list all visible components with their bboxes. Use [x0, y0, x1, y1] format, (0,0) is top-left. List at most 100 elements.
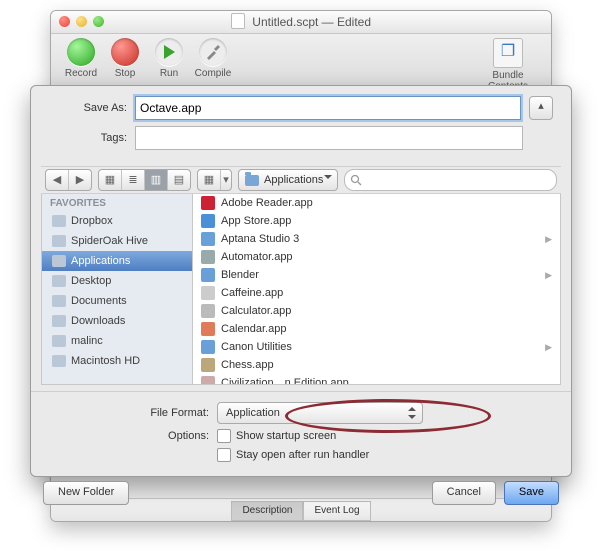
- record-button[interactable]: Record: [59, 38, 103, 79]
- file-label: Calculator.app: [221, 302, 291, 320]
- chevron-down-icon: ▾: [221, 170, 231, 190]
- bundle-icon: ❐: [493, 38, 523, 68]
- play-icon: [155, 38, 183, 66]
- file-row[interactable]: Aptana Studio 3 ▶: [193, 230, 560, 248]
- sidebar-item-dropbox[interactable]: Dropbox: [42, 211, 192, 231]
- save-button[interactable]: Save: [504, 481, 559, 505]
- folder-icon: [52, 275, 66, 287]
- sidebar-item-label: malinc: [71, 331, 103, 351]
- window-title: Untitled.scpt: [252, 15, 318, 29]
- location-label: Applications: [264, 174, 323, 186]
- file-label: Calendar.app: [221, 320, 286, 338]
- file-row[interactable]: Adobe Reader.app: [193, 194, 560, 212]
- file-label: Aptana Studio 3: [221, 230, 299, 248]
- compile-button[interactable]: Compile: [191, 38, 235, 79]
- file-label: Chess.app: [221, 356, 274, 374]
- folder-icon: [52, 255, 66, 267]
- coverflow-view-icon[interactable]: ▤: [168, 170, 190, 190]
- sidebar-item-spideroak-hive[interactable]: SpiderOak Hive: [42, 231, 192, 251]
- chevron-right-icon: ▶: [545, 338, 552, 356]
- button-row: New Folder Cancel Save: [31, 473, 571, 505]
- save-as-label: Save As:: [49, 102, 135, 114]
- file-row[interactable]: Civilization…n Edition.app: [193, 374, 560, 384]
- list-view-icon[interactable]: ≣: [122, 170, 145, 190]
- sidebar-item-documents[interactable]: Documents: [42, 291, 192, 311]
- icon-view-icon[interactable]: ▦: [99, 170, 122, 190]
- file-row[interactable]: Automator.app: [193, 248, 560, 266]
- forward-icon[interactable]: ▶: [69, 170, 91, 190]
- show-startup-label: Show startup screen: [236, 430, 336, 442]
- file-column: Adobe Reader.appApp Store.appAptana Stud…: [193, 194, 560, 384]
- file-label: App Store.app: [221, 212, 291, 230]
- run-button[interactable]: Run: [147, 38, 191, 79]
- app-icon: [201, 196, 215, 210]
- show-startup-checkbox[interactable]: [217, 429, 231, 443]
- file-row[interactable]: Caffeine.app: [193, 284, 560, 302]
- file-format-popup[interactable]: Application: [217, 402, 423, 424]
- view-mode-segment[interactable]: ▦ ≣ ▥ ▤: [98, 169, 191, 191]
- folder-icon: [52, 355, 66, 367]
- app-icon: [201, 214, 215, 228]
- sidebar-item-downloads[interactable]: Downloads: [42, 311, 192, 331]
- column-view-icon[interactable]: ▥: [145, 170, 168, 190]
- file-row[interactable]: Blender▶: [193, 266, 560, 284]
- folder-icon: [52, 235, 66, 247]
- file-row[interactable]: Chess.app: [193, 356, 560, 374]
- back-icon[interactable]: ◀: [46, 170, 69, 190]
- file-row[interactable]: App Store.app: [193, 212, 560, 230]
- app-icon: [201, 322, 215, 336]
- stay-open-checkbox[interactable]: [217, 448, 231, 462]
- bundle-contents-button[interactable]: ❐Bundle Contents: [473, 38, 543, 92]
- file-label: Automator.app: [221, 248, 293, 266]
- stop-button[interactable]: Stop: [103, 38, 147, 79]
- zoom-icon[interactable]: [93, 16, 104, 27]
- file-row[interactable]: Canon Utilities▶: [193, 338, 560, 356]
- app-icon: [201, 358, 215, 372]
- toolbar: Record Stop Run Compile ❐Bundle Contents: [51, 34, 551, 89]
- save-as-input[interactable]: [135, 96, 521, 120]
- nav-back-forward[interactable]: ◀▶: [45, 169, 92, 191]
- new-folder-button[interactable]: New Folder: [43, 481, 129, 505]
- search-field[interactable]: [344, 169, 557, 191]
- app-icon: [201, 286, 215, 300]
- sidebar-item-label: Documents: [71, 291, 127, 311]
- arrange-button[interactable]: ▦▾: [197, 169, 232, 191]
- cancel-button[interactable]: Cancel: [432, 481, 496, 505]
- file-label: Blender: [221, 266, 259, 284]
- folder-icon: [52, 295, 66, 307]
- document-icon: [231, 13, 245, 29]
- tags-label: Tags:: [49, 132, 135, 144]
- sidebar-item-label: Dropbox: [71, 211, 113, 231]
- sidebar-item-label: Macintosh HD: [71, 351, 140, 371]
- save-sheet: Save As: ▴ Tags: ◀▶ ▦ ≣ ▥ ▤ ▦▾ Applicati…: [30, 85, 572, 477]
- close-icon[interactable]: [59, 16, 70, 27]
- file-row[interactable]: Calculator.app: [193, 302, 560, 320]
- sidebar-item-label: Applications: [71, 251, 130, 271]
- sidebar-item-desktop[interactable]: Desktop: [42, 271, 192, 291]
- minimize-icon[interactable]: [76, 16, 87, 27]
- folder-icon: [201, 232, 215, 246]
- sidebar-item-malinc[interactable]: malinc: [42, 331, 192, 351]
- options-area: File Format: Application Options: Show s…: [31, 391, 571, 473]
- grid-icon: ▦: [198, 170, 221, 190]
- chevron-right-icon: ▶: [545, 230, 552, 248]
- tags-input[interactable]: [135, 126, 523, 150]
- sidebar-item-label: Downloads: [71, 311, 125, 331]
- folder-icon: [201, 268, 215, 282]
- collapse-button[interactable]: ▴: [529, 96, 553, 120]
- stay-open-label: Stay open after run handler: [236, 449, 369, 461]
- sidebar: FAVORITES DropboxSpiderOak HiveApplicati…: [42, 194, 193, 384]
- sidebar-item-macintosh-hd[interactable]: Macintosh HD: [42, 351, 192, 371]
- stop-icon: [111, 38, 139, 66]
- location-popup[interactable]: Applications: [238, 169, 338, 191]
- file-row[interactable]: Calendar.app: [193, 320, 560, 338]
- favorites-header: FAVORITES: [50, 198, 192, 209]
- folder-icon: [245, 175, 259, 186]
- search-icon: [350, 174, 362, 186]
- folder-icon: [52, 335, 66, 347]
- file-label: Civilization…n Edition.app: [221, 374, 349, 384]
- hammer-icon: [199, 38, 227, 66]
- sidebar-item-applications[interactable]: Applications: [42, 251, 192, 271]
- file-browser: FAVORITES DropboxSpiderOak HiveApplicati…: [41, 194, 561, 385]
- file-format-label: File Format:: [49, 407, 217, 419]
